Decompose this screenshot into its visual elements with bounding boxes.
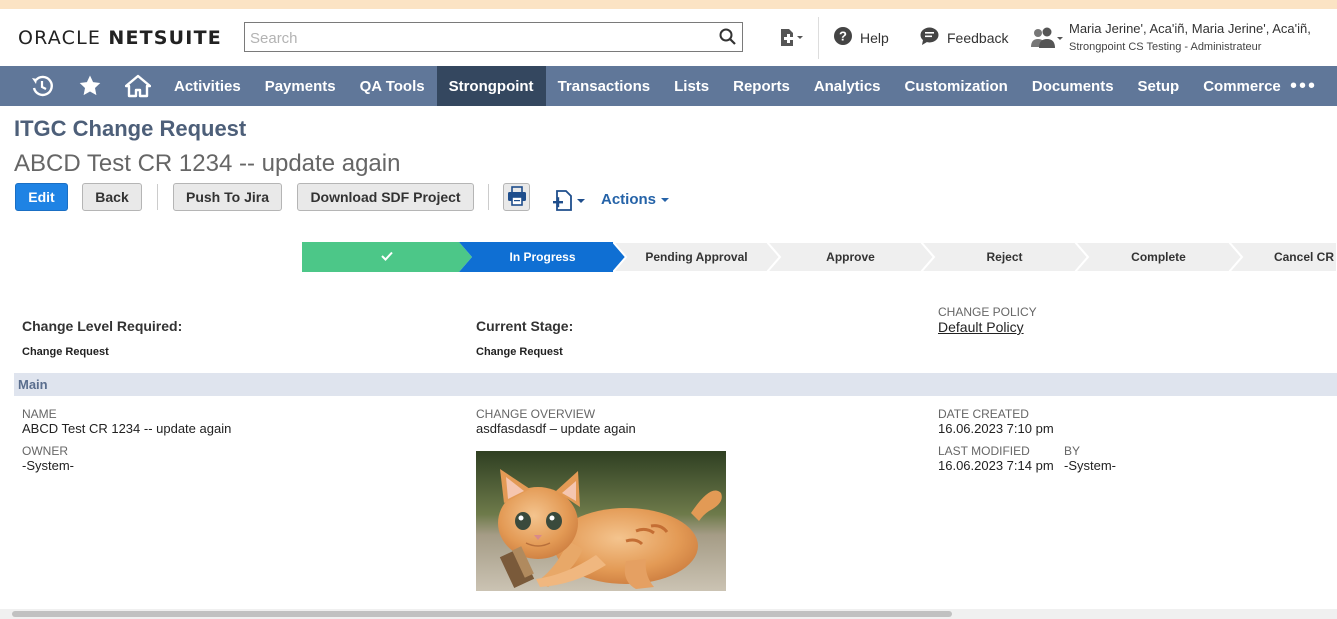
help-label: Help <box>860 29 889 46</box>
current-stage-label: Current Stage: <box>476 318 574 334</box>
workflow-stage-reject[interactable]: Reject <box>921 242 1088 272</box>
create-new-menu[interactable] <box>778 28 806 51</box>
svg-text:?: ? <box>839 29 847 44</box>
logo-netsuite-text: NETSUITE <box>108 27 222 49</box>
feedback-link[interactable]: Feedback <box>920 27 1008 48</box>
nav-reports[interactable]: Reports <box>721 66 802 106</box>
current-stage-value: Change Request <box>476 346 563 358</box>
global-search <box>244 22 743 52</box>
button-divider <box>157 184 158 210</box>
last-modified-value: 16.06.2023 7:14 pm <box>938 458 1054 473</box>
change-policy-link[interactable]: Default Policy <box>938 319 1024 335</box>
section-title: Main <box>18 377 48 392</box>
change-level-label: Change Level Required: <box>22 318 183 334</box>
modified-by-label: BY <box>1064 444 1081 458</box>
nav-payments[interactable]: Payments <box>253 66 348 106</box>
nav-lists[interactable]: Lists <box>662 66 721 106</box>
nav-transactions[interactable]: Transactions <box>546 66 663 106</box>
help-link[interactable]: ? Help <box>834 27 889 48</box>
nav-strongpoint[interactable]: Strongpoint <box>436 66 546 106</box>
record-title: ABCD Test CR 1234 -- update again <box>14 150 401 177</box>
date-created-value: 16.06.2023 7:10 pm <box>938 421 1054 436</box>
change-overview-label: CHANGE OVERVIEW <box>476 407 596 421</box>
scrollbar-thumb[interactable] <box>12 611 952 617</box>
change-level-value: Change Request <box>22 346 109 358</box>
recent-records-icon[interactable] <box>18 66 66 106</box>
workflow-stage-done[interactable] <box>302 242 472 272</box>
stage-label: Approve <box>826 250 875 264</box>
modified-by-value: -System- <box>1064 458 1116 473</box>
search-icon[interactable] <box>719 28 736 50</box>
workflow-stage-approve[interactable]: Approve <box>767 242 934 272</box>
workflow-stage-pending-approval[interactable]: Pending Approval <box>613 242 780 272</box>
netsuite-logo[interactable]: ORACLE NETSUITE <box>18 27 222 49</box>
workflow-stage-complete[interactable]: Complete <box>1075 242 1242 272</box>
main-section-header[interactable]: Main <box>14 373 1337 396</box>
workflow-stage-in-progress[interactable]: In Progress <box>459 242 626 272</box>
header-divider <box>818 17 819 59</box>
owner-value: -System- <box>22 458 74 473</box>
nav-analytics[interactable]: Analytics <box>802 66 893 106</box>
new-document-icon <box>552 190 588 216</box>
nav-setup[interactable]: Setup <box>1126 66 1192 106</box>
date-created-label: DATE CREATED <box>938 407 1029 421</box>
home-icon[interactable] <box>114 66 162 106</box>
user-name: Maria Jerine', Aca'iñ, Maria Jerine', Ac… <box>1069 21 1311 36</box>
global-header: ORACLE NETSUITE ? Help Feedback Maria Je… <box>0 9 1337 66</box>
workflow-stage-cancel-cr[interactable]: Cancel CR <box>1229 242 1337 272</box>
button-divider <box>488 184 489 210</box>
horizontal-scrollbar[interactable] <box>0 609 1337 619</box>
back-button[interactable]: Back <box>82 183 142 211</box>
owner-label: OWNER <box>22 444 68 458</box>
kitten-image <box>476 451 726 591</box>
push-to-jira-button[interactable]: Push To Jira <box>173 183 282 211</box>
print-icon <box>507 185 527 209</box>
stage-label: Complete <box>1131 250 1186 264</box>
edit-button[interactable]: Edit <box>15 183 68 211</box>
logo-oracle-text: ORACLE <box>18 27 102 49</box>
chevron-down-icon <box>660 191 670 208</box>
nav-more-icon[interactable]: ••• <box>1290 66 1317 106</box>
add-attachment-menu[interactable] <box>552 190 588 217</box>
record-type-title: ITGC Change Request <box>14 116 247 141</box>
name-label: NAME <box>22 407 57 421</box>
nav-commerce[interactable]: Commerce <box>1191 66 1293 106</box>
stage-label: Cancel CR <box>1273 250 1334 264</box>
stage-label: Pending Approval <box>645 250 748 264</box>
actions-menu[interactable]: Actions <box>601 191 670 208</box>
help-icon: ? <box>834 27 852 48</box>
print-button[interactable] <box>503 183 530 211</box>
download-sdf-project-button[interactable]: Download SDF Project <box>297 183 474 211</box>
nav-qa-tools[interactable]: QA Tools <box>348 66 437 106</box>
nav-activities[interactable]: Activities <box>162 66 253 106</box>
user-roles-icon <box>1030 27 1064 54</box>
user-role: Strongpoint CS Testing - Administrateur <box>1069 41 1262 53</box>
nav-customization[interactable]: Customization <box>893 66 1020 106</box>
last-modified-label: LAST MODIFIED <box>938 444 1030 458</box>
search-input[interactable] <box>248 24 712 52</box>
main-nav-bar: Activities Payments QA Tools Strongpoint… <box>0 66 1337 106</box>
actions-label: Actions <box>601 191 657 208</box>
nav-documents[interactable]: Documents <box>1020 66 1126 106</box>
feedback-icon <box>920 27 939 48</box>
change-policy-label: CHANGE POLICY <box>938 305 1037 319</box>
favorites-star-icon[interactable] <box>66 66 114 106</box>
feedback-label: Feedback <box>947 29 1009 46</box>
name-value: ABCD Test CR 1234 -- update again <box>22 421 232 436</box>
new-record-icon <box>778 28 806 51</box>
change-overview-value: asdfasdasdf – update again <box>476 421 636 436</box>
top-banner-strip <box>0 0 1337 9</box>
checkmark-icon <box>381 250 393 264</box>
stage-label: Reject <box>986 250 1023 264</box>
stage-label: In Progress <box>509 250 576 264</box>
